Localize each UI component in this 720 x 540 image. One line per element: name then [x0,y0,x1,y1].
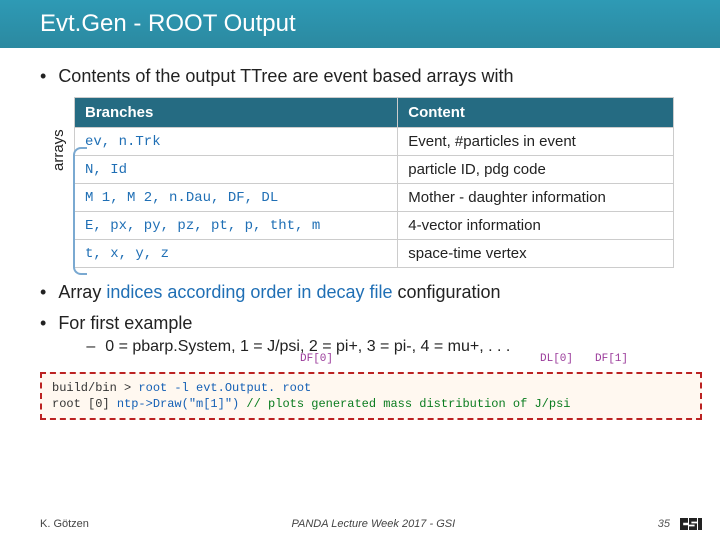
arrays-bracket [73,147,87,275]
sub-example-mapping: 0 = pbarp.System, 1 = J/psi, 2 = pi+, 3 … [86,338,688,356]
page-number: 35 [658,518,670,530]
footer-center: PANDA Lecture Week 2017 - GSI [292,518,456,530]
table-row: t, x, y, zspace-time vertex [75,240,674,268]
footer-author: K. Götzen [40,518,89,530]
table-row: N, Idparticle ID, pdg code [75,156,674,184]
branches-table-wrap: arrays Branches Content ev, n.TrkEvent, … [74,97,688,268]
th-content: Content [398,98,674,128]
gsi-logo-icon [680,518,702,530]
code-box: build/bin > root -l evt.Output. root roo… [40,372,702,420]
table-row: ev, n.TrkEvent, #particles in event [75,128,674,156]
bullet-indices: Array indices according order in decay f… [40,282,688,303]
bullet-contents: Contents of the output TTree are event b… [40,66,688,87]
th-branches: Branches [75,98,398,128]
branches-table: Branches Content ev, n.TrkEvent, #partic… [74,97,674,268]
title-bar: Evt.Gen - ROOT Output [0,0,720,48]
arrays-label: arrays [50,129,67,171]
slide-title: Evt.Gen - ROOT Output [40,10,296,38]
slide-content: Contents of the output TTree are event b… [0,48,720,360]
bullet-example: For first example 0 = pbarp.System, 1 = … [40,313,688,360]
table-row: E, px, py, pz, pt, p, tht, m4-vector inf… [75,212,674,240]
footer: K. Götzen PANDA Lecture Week 2017 - GSI … [0,518,720,530]
table-row: M 1, M 2, n.Dau, DF, DLMother - daughter… [75,184,674,212]
